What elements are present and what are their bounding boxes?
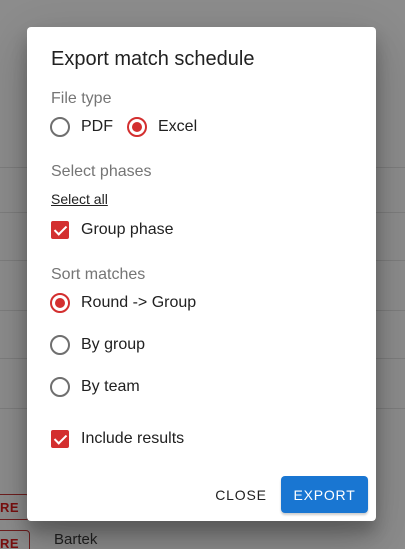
radio-by-group[interactable]: By group: [50, 335, 145, 355]
radio-unchecked-icon: [50, 377, 70, 397]
radio-by-team[interactable]: By team: [50, 377, 140, 397]
option-label: Excel: [158, 118, 198, 135]
checkbox-include-results[interactable]: Include results: [51, 430, 184, 448]
select-phases-label: Select phases: [51, 163, 152, 180]
checkbox-group-phase[interactable]: Group phase: [51, 221, 174, 239]
option-label: Group phase: [81, 221, 174, 238]
export-dialog: Export match schedule File type PDF Exce…: [27, 27, 376, 521]
export-button[interactable]: EXPORT: [281, 476, 368, 513]
radio-pdf[interactable]: PDF: [50, 117, 113, 137]
background-more-chip: ORE: [0, 494, 30, 520]
checkbox-checked-icon: [51, 221, 69, 239]
file-type-label: File type: [51, 90, 112, 107]
radio-round-group[interactable]: Round -> Group: [50, 293, 196, 313]
dialog-title: Export match schedule: [51, 48, 255, 70]
close-button[interactable]: CLOSE: [209, 476, 273, 513]
background-player-name: Bartek: [54, 531, 98, 548]
sort-matches-label: Sort matches: [51, 266, 146, 283]
radio-unchecked-icon: [50, 117, 70, 137]
background-more-chip: ORE: [0, 530, 30, 549]
radio-excel[interactable]: Excel: [127, 117, 197, 137]
option-label: Round -> Group: [81, 294, 197, 311]
radio-checked-icon: [127, 117, 147, 137]
checkbox-checked-icon: [51, 430, 69, 448]
select-all-link[interactable]: Select all: [51, 191, 108, 207]
option-label: PDF: [81, 118, 113, 135]
radio-unchecked-icon: [50, 335, 70, 355]
option-label: By group: [81, 336, 146, 353]
radio-checked-icon: [50, 293, 70, 313]
option-label: Include results: [81, 430, 185, 447]
option-label: By team: [81, 378, 140, 395]
